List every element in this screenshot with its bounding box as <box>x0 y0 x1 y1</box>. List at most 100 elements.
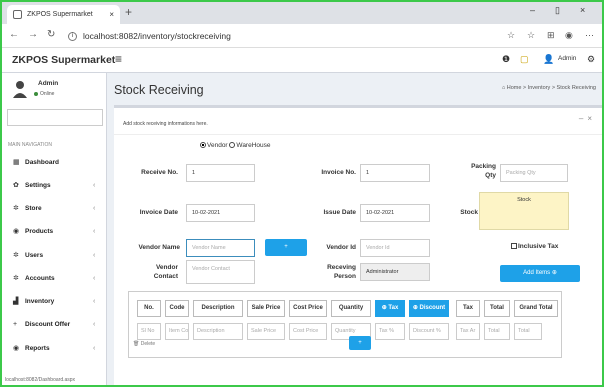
notification-icon[interactable]: ▢ <box>520 54 529 65</box>
add-row-button[interactable]: + <box>349 336 371 350</box>
info-icon[interactable]: ❶ <box>502 54 510 65</box>
receive-no-field[interactable]: 1 <box>186 164 255 182</box>
vendor-contact-textarea[interactable]: Vendor Contact <box>186 260 255 284</box>
checkbox-icon <box>511 243 517 250</box>
sidebar-item-label: Dashboard <box>25 159 59 166</box>
description-input[interactable]: Description <box>193 323 243 340</box>
tax-percent-input[interactable]: Tax % <box>375 323 405 340</box>
packing-qty-input[interactable]: Packing Qty <box>500 164 568 182</box>
reports-icon: ◉ <box>13 345 20 352</box>
reload-icon[interactable]: ↻ <box>47 29 55 40</box>
sidebar-item-store[interactable]: ✲ Store ‹ <box>2 201 107 217</box>
profile-icon[interactable]: ◉ <box>565 30 573 41</box>
add-tax-button[interactable]: ⊕ Tax <box>375 300 405 317</box>
items-table: No. Code Description Sale Price Cost Pri… <box>128 291 562 358</box>
vendor-radio[interactable] <box>200 142 206 149</box>
tab-close-icon[interactable]: × <box>109 5 114 24</box>
collections-icon[interactable]: ⊞ <box>547 30 555 41</box>
more-menu-icon[interactable]: ⋯ <box>585 30 594 41</box>
source-radio-group: Vendor WareHouse <box>200 142 271 149</box>
add-discount-button[interactable]: ⊕ Discount <box>409 300 449 317</box>
chevron-left-icon: ‹ <box>93 345 96 352</box>
browser-tab-bar: ZKPOS Supermarket × + – ▯ × <box>2 2 602 24</box>
cost-price-input[interactable]: Cost Price <box>289 323 327 340</box>
col-header-sale-price: Sale Price <box>247 300 285 317</box>
accounts-icon: ✲ <box>13 275 19 282</box>
sidebar-item-label: Reports <box>25 345 50 352</box>
delete-row-link[interactable]: 🗑 Delete <box>133 341 155 347</box>
vendor-name-input[interactable]: Vendor Name <box>186 239 255 257</box>
site-info-icon[interactable]: i <box>68 32 77 42</box>
sidebar-search-input[interactable] <box>7 109 103 126</box>
warehouse-radio[interactable] <box>229 142 236 149</box>
chevron-left-icon: ‹ <box>93 321 96 328</box>
app-header: ZKPOS Supermarket ≡ ❶ ▢ 👤 Admin ⚙ <box>2 48 602 73</box>
sidebar-item-users[interactable]: ✲ Users ‹ <box>2 248 107 264</box>
status-bar-url: localhost:8082/Dashboard.aspx <box>2 377 79 383</box>
total-input[interactable]: Total <box>484 323 510 340</box>
invoice-no-label: Invoice No. <box>321 169 356 176</box>
col-header-description: Description <box>193 300 243 317</box>
sidebar-user-name: Admin <box>38 80 59 87</box>
page-title: Stock Receiving <box>114 83 204 97</box>
sidebar-item-inventory[interactable]: ▟ Inventory ‹ <box>2 294 107 310</box>
stock-label: Stock <box>460 209 478 216</box>
invoice-date-field[interactable]: 10-02-2021 <box>186 204 255 222</box>
sidebar-item-settings[interactable]: ✿ Settings ‹ <box>2 178 107 194</box>
tax-amount-input[interactable]: Tax Ar <box>456 323 480 340</box>
issue-date-field[interactable]: 10-02-2021 <box>360 204 430 222</box>
user-status: Online <box>34 91 54 97</box>
sidebar-item-label: Users <box>25 252 44 259</box>
chevron-left-icon: ‹ <box>93 205 96 212</box>
receive-no-label: Receive No. <box>141 169 178 176</box>
menu-toggle-icon[interactable]: ≡ <box>115 52 122 66</box>
online-dot-icon <box>34 91 38 96</box>
close-window-button[interactable]: × <box>580 5 585 15</box>
warehouse-radio-label: WareHouse <box>236 142 271 149</box>
add-vendor-button[interactable]: + <box>265 239 307 256</box>
vendor-id-input[interactable]: Vendor Id <box>360 239 430 257</box>
sidebar-item-label: Accounts <box>25 275 55 282</box>
invoice-no-field[interactable]: 1 <box>360 164 430 182</box>
forward-icon[interactable]: → <box>28 29 38 40</box>
zoom-icon[interactable]: ☆ <box>507 30 515 41</box>
receiving-person-field[interactable]: Administrator <box>360 263 430 281</box>
box-tools[interactable]: –× <box>579 114 596 123</box>
user-menu-icon[interactable]: 👤 <box>543 54 554 65</box>
chevron-left-icon: ‹ <box>93 252 96 259</box>
back-icon[interactable]: ← <box>9 29 19 40</box>
browser-tab[interactable]: ZKPOS Supermarket × <box>7 5 120 24</box>
grand-total-input[interactable]: Total <box>514 323 542 340</box>
app-brand[interactable]: ZKPOS Supermarket <box>12 54 115 66</box>
store-icon: ✲ <box>13 205 19 212</box>
stock-display: Stock <box>479 192 569 230</box>
sidebar-item-accounts[interactable]: ✲ Accounts ‹ <box>2 271 107 287</box>
users-icon: ✲ <box>13 252 19 259</box>
url-field[interactable]: i localhost:8082/inventory/stockreceiving <box>68 27 538 45</box>
sidebar-item-dashboard[interactable]: ▦ Dashboard <box>2 155 107 171</box>
settings-icon[interactable]: ⚙ <box>587 54 595 65</box>
inclusive-tax-checkbox[interactable]: Inclusive Tax <box>511 243 558 250</box>
sidebar-item-reports[interactable]: ◉ Reports ‹ <box>2 341 107 357</box>
form-subtitle: Add stock receiving informations here. <box>123 121 208 127</box>
sidebar-item-label: Settings <box>25 182 51 189</box>
sidebar-item-label: Inventory <box>25 298 55 305</box>
item-code-input[interactable]: Item Co <box>165 323 189 340</box>
sl-no-input[interactable]: Sl No <box>137 323 161 340</box>
address-bar: ← → ↻ i localhost:8082/inventory/stockrec… <box>2 24 602 48</box>
discount-percent-input[interactable]: Discount % <box>409 323 449 340</box>
header-user-name[interactable]: Admin <box>558 55 576 62</box>
sidebar-item-products[interactable]: ◉ Products ‹ <box>2 224 107 240</box>
bookmark-icon[interactable]: ☆ <box>527 30 535 41</box>
sidebar-item-label: Discount Offer <box>25 321 71 328</box>
sidebar-item-discount-offer[interactable]: + Discount Offer ‹ <box>2 317 107 333</box>
minimize-button[interactable]: – <box>530 5 535 15</box>
user-status-text: Online <box>40 91 55 97</box>
avatar <box>13 81 27 98</box>
chevron-left-icon: ‹ <box>93 298 96 305</box>
sale-price-input[interactable]: Sale Price <box>247 323 285 340</box>
breadcrumb[interactable]: ⌂ Home > Inventory > Stock Receiving <box>502 85 596 91</box>
new-tab-button[interactable]: + <box>125 5 132 19</box>
maximize-button[interactable]: ▯ <box>555 5 560 16</box>
add-items-button[interactable]: Add Items ⊕ <box>500 265 580 282</box>
